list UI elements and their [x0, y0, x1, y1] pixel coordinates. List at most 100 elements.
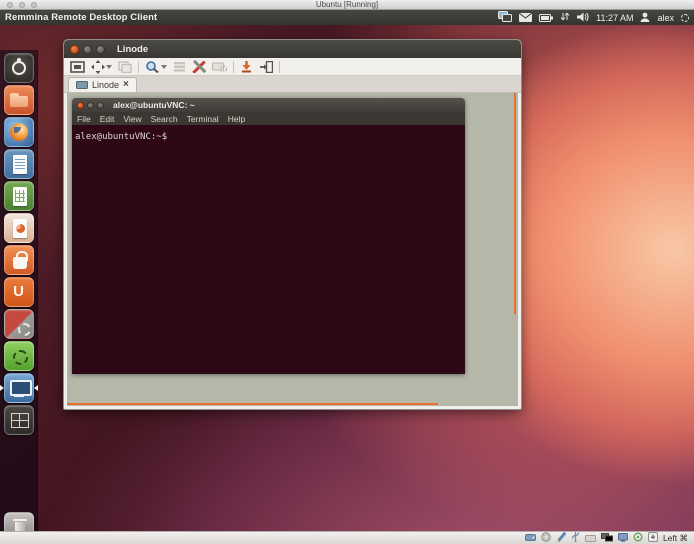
keyboard-icon[interactable]: [212, 61, 227, 72]
menu-help[interactable]: Help: [228, 114, 245, 124]
firefox-icon: [4, 117, 34, 147]
launcher-item-libreoffice-writer[interactable]: [0, 149, 38, 179]
ubuntu-one-glyph: U: [5, 278, 33, 306]
launcher-item-system-settings[interactable]: [0, 309, 38, 339]
terminal-maximize-button[interactable]: [97, 102, 104, 109]
launcher-item-workspace-switcher[interactable]: [0, 405, 38, 435]
terminal-body[interactable]: alex@ubuntuVNC:~$: [72, 125, 465, 374]
remmina-icon: [4, 373, 34, 403]
sync-arrows-icon[interactable]: [560, 9, 570, 27]
terminal-minimize-button[interactable]: [87, 102, 94, 109]
launcher-item-remmina[interactable]: [0, 373, 38, 403]
menu-edit[interactable]: Edit: [100, 114, 115, 124]
maximize-button[interactable]: [96, 45, 105, 54]
menu-terminal[interactable]: Terminal: [187, 114, 219, 124]
window-title: Linode: [117, 44, 148, 55]
vbox-statusbar: Left ⌘: [0, 531, 694, 544]
grab-input-icon[interactable]: [173, 61, 186, 72]
fit-window-icon[interactable]: [91, 60, 112, 74]
switch-tab-icon[interactable]: [118, 61, 132, 73]
session-gear-icon[interactable]: [681, 14, 689, 22]
shared-folders-icon[interactable]: [585, 529, 596, 544]
system-settings-icon: [4, 309, 34, 339]
tab-label: Linode: [92, 80, 119, 90]
terminal-close-button[interactable]: [77, 102, 84, 109]
vbox-window-title: Ubuntu [Running]: [0, 0, 694, 10]
display-icon[interactable]: [618, 529, 628, 544]
toolbar-separator: [233, 61, 234, 73]
toolbar-separator: [138, 61, 139, 73]
launcher-item-software-center[interactable]: [0, 245, 38, 275]
remote-terminal-window: alex@ubuntuVNC: ~ File Edit View Search …: [72, 98, 465, 374]
user-icon[interactable]: [640, 9, 650, 27]
dropdown-caret-icon[interactable]: [161, 65, 167, 69]
mail-icon[interactable]: [519, 9, 532, 27]
network-icon[interactable]: [498, 9, 512, 27]
home-folder-icon: [4, 85, 34, 115]
libreoffice-impress-icon: [4, 213, 34, 243]
network-adapters-icon[interactable]: [601, 529, 613, 544]
tab-linode[interactable]: Linode ×: [68, 77, 137, 92]
minimize-button[interactable]: [83, 45, 92, 54]
libreoffice-calc-icon: [4, 181, 34, 211]
software-center-icon: [4, 245, 34, 275]
menu-search[interactable]: Search: [151, 114, 178, 124]
launcher-item-home-folder[interactable]: [0, 85, 38, 115]
optical-drives-icon[interactable]: [541, 529, 551, 544]
remmina-titlebar[interactable]: Linode: [64, 40, 521, 58]
remote-desktop-edge-artifact: [514, 93, 516, 314]
mouse-integration-icon[interactable]: [633, 529, 643, 544]
terminal-window-buttons: [77, 102, 104, 109]
ubuntu-one-icon: U: [4, 277, 34, 307]
remmina-tabbar: Linode ×: [64, 76, 521, 93]
dropdown-caret-icon[interactable]: [106, 65, 112, 69]
terminal-menubar: File Edit View Search Terminal Help: [72, 112, 465, 125]
ubuntu-top-panel: Remmina Remote Desktop Client 11:27 AM a…: [0, 10, 694, 25]
menu-view[interactable]: View: [123, 114, 141, 124]
launcher-item-libreoffice-impress[interactable]: [0, 213, 38, 243]
remote-desktop-edge-artifact: [67, 403, 438, 405]
virtualbox-vm-screen: Ubuntu [Running] Remmina Remote Desktop …: [0, 0, 694, 544]
terminal-titlebar[interactable]: alex@ubuntuVNC: ~: [72, 98, 465, 112]
launcher-item-software-updater[interactable]: [0, 341, 38, 371]
tab-close-icon[interactable]: ×: [123, 80, 129, 90]
terminal-title: alex@ubuntuVNC: ~: [113, 100, 195, 110]
vbox-close-button[interactable]: [7, 2, 13, 8]
panel-app-title[interactable]: Remmina Remote Desktop Client: [5, 12, 157, 23]
launcher-item-firefox[interactable]: [0, 117, 38, 147]
workspace-switcher-icon: [4, 405, 34, 435]
launcher-item-dash-home[interactable]: [0, 53, 38, 83]
keyboard-capture-icon[interactable]: [648, 529, 658, 544]
usb-devices-icon[interactable]: [571, 529, 580, 544]
dash-home-icon: [4, 53, 34, 83]
desktop: U Linode: [0, 25, 694, 531]
vnc-canvas[interactable]: alex@ubuntuVNC: ~ File Edit View Search …: [67, 93, 518, 406]
tools-icon[interactable]: [192, 60, 206, 73]
running-indicator-arrow: [0, 385, 4, 391]
audio-icon[interactable]: [556, 529, 566, 544]
volume-icon[interactable]: [577, 9, 589, 27]
vbox-zoom-button[interactable]: [31, 2, 37, 8]
username[interactable]: alex: [657, 13, 674, 23]
tab-connection-icon: [76, 81, 88, 90]
toolbar-separator: [279, 61, 280, 73]
vbox-minimize-button[interactable]: [19, 2, 25, 8]
close-button[interactable]: [70, 45, 79, 54]
libreoffice-writer-icon: [4, 149, 34, 179]
hard-disks-icon[interactable]: [525, 529, 536, 544]
vbox-window-buttons[interactable]: [7, 2, 37, 8]
window-buttons: [70, 45, 105, 54]
launcher-item-libreoffice-calc[interactable]: [0, 181, 38, 211]
fullscreen-icon[interactable]: [70, 61, 85, 73]
disconnect-icon[interactable]: [240, 60, 253, 73]
battery-icon[interactable]: [539, 9, 553, 27]
scale-icon[interactable]: [145, 60, 167, 73]
exit-icon[interactable]: [259, 61, 273, 73]
launcher-item-ubuntu-one[interactable]: U: [0, 277, 38, 307]
software-updater-icon: [4, 341, 34, 371]
vbox-titlebar: Ubuntu [Running]: [0, 0, 694, 10]
clock[interactable]: 11:27 AM: [596, 13, 633, 23]
host-key-label: Left ⌘: [663, 533, 688, 544]
shell-prompt: alex@ubuntuVNC:~$: [75, 132, 167, 142]
menu-file[interactable]: File: [77, 114, 91, 124]
